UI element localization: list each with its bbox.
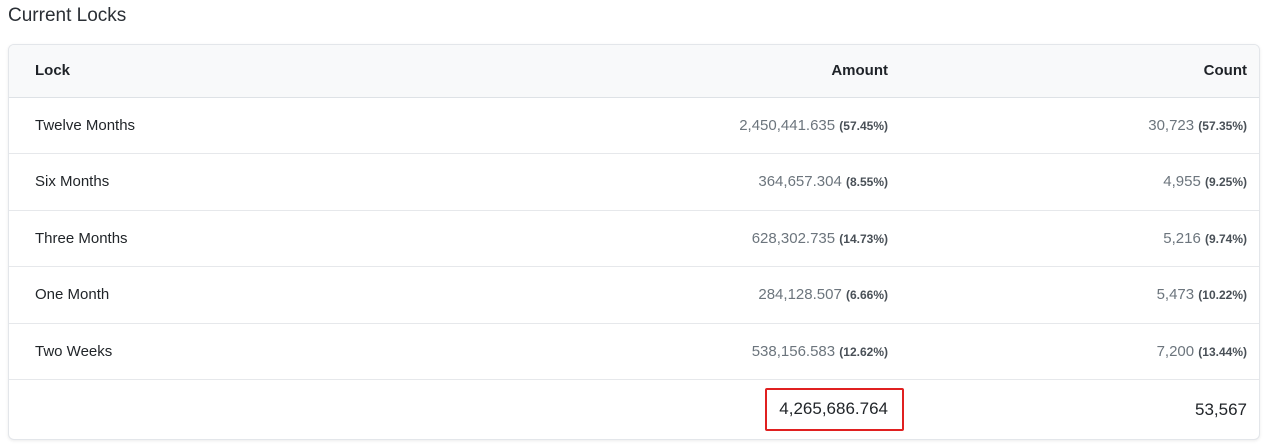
totals-row: 4,265,686.764 53,567 (9, 380, 1259, 440)
locks-table-card: Lock Amount Count Twelve Months 2,450,44… (8, 44, 1260, 440)
amount-percent: (14.73%) (839, 231, 888, 246)
column-header-lock[interactable]: Lock (9, 45, 429, 98)
count-value: 5,216 (1163, 229, 1201, 247)
amount-percent: (12.62%) (839, 344, 888, 359)
lock-amount: 2,450,441.635 (57.45%) (429, 97, 888, 154)
count-percent: (9.25%) (1204, 175, 1247, 190)
count-percent: (57.35%) (1198, 118, 1247, 133)
total-amount-highlight: 4,265,686.764 (765, 388, 904, 432)
section-title: Current Locks (8, 5, 127, 26)
lock-amount: 284,128.507 (6.66%) (429, 266, 888, 324)
lock-name: Two Weeks (9, 323, 429, 380)
total-amount-cell: 4,265,686.764 (429, 380, 904, 440)
table-row: Twelve Months 2,450,441.635 (57.45%) 30,… (9, 97, 1259, 154)
column-header-count[interactable]: Count (888, 45, 1259, 98)
lock-name: Three Months (9, 210, 429, 267)
count-percent: (13.44%) (1198, 344, 1247, 359)
lock-count: 30,723 (57.35%) (888, 97, 1259, 154)
total-count: 53,567 (1195, 399, 1247, 419)
amount-value: 538,156.583 (751, 342, 836, 360)
lock-amount: 538,156.583 (12.62%) (429, 323, 888, 380)
table-row: Two Weeks 538,156.583 (12.62%) 7,200 (13… (9, 323, 1259, 380)
lock-name: One Month (9, 266, 429, 324)
count-percent: (9.74%) (1204, 231, 1247, 246)
amount-value: 364,657.304 (758, 173, 842, 191)
totals-label-cell (9, 380, 429, 440)
table-row: Six Months 364,657.304 (8.55%) 4,955 (9.… (9, 153, 1259, 211)
count-value: 4,955 (1163, 173, 1201, 191)
amount-value: 284,128.507 (758, 286, 842, 304)
amount-percent: (6.66%) (845, 288, 888, 303)
lock-count: 4,955 (9.25%) (888, 153, 1259, 211)
locks-table: Lock Amount Count Twelve Months 2,450,44… (9, 45, 1259, 440)
lock-count: 7,200 (13.44%) (888, 323, 1259, 380)
table-row: Three Months 628,302.735 (14.73%) 5,216 … (9, 210, 1259, 267)
count-value: 5,473 (1156, 286, 1195, 304)
table-header-row: Lock Amount Count (9, 45, 1259, 98)
amount-percent: (57.45%) (839, 118, 888, 133)
lock-name: Twelve Months (9, 97, 429, 154)
lock-count: 5,473 (10.22%) (888, 266, 1259, 324)
amount-value: 2,450,441.635 (739, 116, 836, 134)
amount-percent: (8.55%) (845, 175, 888, 190)
lock-amount: 628,302.735 (14.73%) (429, 210, 888, 267)
column-header-amount[interactable]: Amount (429, 45, 888, 98)
lock-amount: 364,657.304 (8.55%) (429, 153, 888, 211)
amount-value: 628,302.735 (751, 229, 836, 247)
table-row: One Month 284,128.507 (6.66%) 5,473 (10.… (9, 266, 1259, 324)
lock-count: 5,216 (9.74%) (888, 210, 1259, 267)
lock-name: Six Months (9, 153, 429, 211)
count-value: 30,723 (1148, 116, 1195, 134)
count-percent: (10.22%) (1198, 288, 1247, 303)
count-value: 7,200 (1156, 342, 1195, 360)
